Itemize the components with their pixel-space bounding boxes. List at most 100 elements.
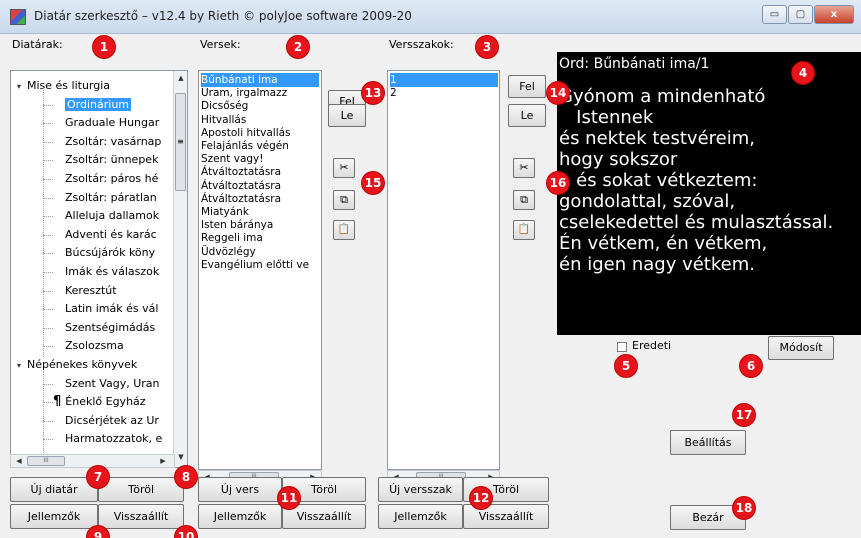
stanza-cut-button[interactable]: ✂ <box>513 158 535 178</box>
verse-item[interactable]: Átváltoztatásra <box>201 165 319 179</box>
verse-item[interactable]: Szent vagy! <box>201 152 319 166</box>
verse-restore-button[interactable]: Visszaállít <box>282 504 366 529</box>
annotation-marker: 3 <box>476 36 498 58</box>
tree-item[interactable]: Adventi és karác <box>65 226 157 244</box>
verse-cut-button[interactable]: ✂ <box>333 158 355 178</box>
diatarak-label: Diatárak: <box>12 38 63 51</box>
tree-item[interactable]: Zsoltár: ünnepek <box>65 151 158 169</box>
verse-properties-button[interactable]: Jellemzők <box>198 504 282 529</box>
scroll-up-icon[interactable]: ▲ <box>175 74 187 82</box>
tree-vscroll[interactable]: ▲ ≡ ▼ <box>173 71 187 467</box>
tree-connector <box>43 439 53 441</box>
verse-item[interactable]: Üdvözlégy <box>201 245 319 259</box>
tree-item[interactable]: ▾ Népénekes könyvek <box>17 356 137 374</box>
stanza-properties-button[interactable]: Jellemzők <box>378 504 463 529</box>
tree-item[interactable]: Harmatozzatok, e <box>65 430 162 448</box>
scroll-right-icon[interactable]: ▶ <box>157 457 169 465</box>
tree-item[interactable]: Ordinárium <box>65 96 132 114</box>
verse-item[interactable]: Átváltoztatásra <box>201 179 319 193</box>
stanza-item[interactable]: 2 <box>390 86 498 100</box>
tree-item[interactable]: Graduale Hungar <box>65 114 159 132</box>
eredeti-checkbox[interactable] <box>617 342 627 352</box>
tree-item-label: Imák és válaszok <box>65 265 160 278</box>
maximize-button[interactable]: ▢ <box>788 5 813 24</box>
vscroll-thumb[interactable]: ≡ <box>175 93 186 191</box>
verse-item[interactable]: Uram, irgalmazz <box>201 86 319 100</box>
diatar-properties-button[interactable]: Jellemzők <box>10 504 98 529</box>
close-button[interactable]: x <box>814 5 854 24</box>
verse-copy-button[interactable]: ⧉ <box>333 190 355 210</box>
stanza-paste-button[interactable]: 📋 <box>513 220 535 240</box>
verse-item[interactable]: Átváltoztatásra <box>201 192 319 206</box>
verse-item[interactable]: Apostoli hitvallás <box>201 126 319 140</box>
tree-item[interactable]: Zsoltár: páratlan <box>65 189 157 207</box>
tree-connector <box>43 290 53 292</box>
tree-connector <box>43 346 53 348</box>
delete-diatar-button[interactable]: Töröl <box>98 477 184 502</box>
tree-item[interactable]: ▾ Mise és liturgia <box>17 77 110 95</box>
tree-item[interactable]: Imák és válaszok <box>65 263 159 281</box>
verse-item[interactable]: Isten báránya <box>201 218 319 232</box>
verses-list[interactable]: Bűnbánati ima Uram, irgalmazz Dicsőség Hitv… <box>198 70 322 470</box>
minimize-button[interactable]: ▭ <box>762 5 787 24</box>
modify-button[interactable]: Módosít <box>768 336 834 360</box>
new-stanza-button[interactable]: Új versszak <box>378 477 463 502</box>
verse-item[interactable]: Miatyánk <box>201 205 319 219</box>
verse-item[interactable]: Hitvallás <box>201 113 319 127</box>
diatar-tree[interactable]: ▾ Mise és liturgia Ordinárium Graduale Hung… <box>10 70 188 468</box>
title-bar: Diatár szerkesztő – v12.4 by Rieth © pol… <box>0 0 861 34</box>
annotation-marker: 5 <box>615 355 637 377</box>
tree-connector <box>43 197 53 199</box>
tree-item[interactable]: Dicsérjétek az Ur <box>65 412 159 430</box>
expand-arrow-icon[interactable]: ▾ <box>17 357 27 375</box>
tree-connector <box>43 104 53 106</box>
copy-icon: ⧉ <box>520 193 528 206</box>
verse-item[interactable]: Reggeli ima <box>201 231 319 245</box>
scroll-down-icon[interactable]: ▼ <box>175 453 187 461</box>
verse-item[interactable]: Dicsőség <box>201 99 319 113</box>
tree-item-label: Keresztút <box>65 283 117 297</box>
tree-item-label: Ordinárium <box>65 97 132 111</box>
stanza-copy-button[interactable]: ⧉ <box>513 190 535 210</box>
stanza-up-button[interactable]: Fel <box>508 75 546 98</box>
tree-item-label: Búcsújárók köny <box>65 246 156 260</box>
verse-item[interactable]: Bűnbánati ima <box>201 73 319 87</box>
verse-item[interactable]: Evangélium előtti ve <box>201 258 319 272</box>
tree-item-label: Zsoltár: vasárnap <box>65 134 162 148</box>
verse-item[interactable]: Felajánlás végén <box>201 139 319 153</box>
tree-item[interactable]: Szentségimádás <box>65 319 155 337</box>
tree-item[interactable]: Szent Vagy, Uran <box>65 375 160 393</box>
tree-item[interactable]: Zsoltár: páros hé <box>65 170 158 188</box>
tree-item[interactable]: Alleluja dallamok <box>65 207 159 225</box>
tree-item[interactable]: Keresztút <box>65 282 117 300</box>
stanza-down-button[interactable]: Le <box>508 104 546 127</box>
tree-hscroll[interactable]: ◀ III ▶ <box>10 454 175 468</box>
scroll-left-icon[interactable]: ◀ <box>13 457 25 465</box>
eredeti-label: Eredeti <box>632 339 672 352</box>
new-verse-button[interactable]: Új vers <box>198 477 282 502</box>
verse-down-button[interactable]: Le <box>328 104 366 127</box>
annotation-marker: 18 <box>733 497 755 519</box>
tree-item[interactable]: Zsolozsma <box>65 337 124 355</box>
verse-paste-button[interactable]: 📋 <box>333 220 355 240</box>
tree-connector <box>43 420 53 422</box>
annotation-marker: 13 <box>362 82 384 104</box>
annotation-marker: 4 <box>792 62 814 84</box>
tree-item-label: Mise és liturgia <box>27 79 111 92</box>
tree-item[interactable]: Latin imák és vál <box>65 300 158 318</box>
stanzas-list[interactable]: 12 <box>387 70 500 470</box>
tree-item[interactable]: Zsoltár: vasárnap <box>65 133 161 151</box>
expand-arrow-icon[interactable]: ▾ <box>17 78 27 96</box>
tree-item[interactable]: Búcsújárók köny <box>65 244 155 262</box>
stanza-item[interactable]: 1 <box>390 73 498 87</box>
tree-item-label: Dicsérjétek az Ur <box>65 413 159 427</box>
tree-item-label: Népénekes könyvek <box>27 358 138 371</box>
tree-item[interactable]: ¶ Éneklő Egyház <box>53 393 146 411</box>
tree-connector <box>43 234 53 236</box>
tree-connector <box>43 402 53 404</box>
diatar-restore-button[interactable]: Visszaállít <box>98 504 184 529</box>
tree-item-label: Latin imák és vál <box>65 302 159 316</box>
new-diatar-button[interactable]: Új diatár <box>10 477 98 502</box>
settings-button[interactable]: Beállítás <box>670 430 746 455</box>
hscroll-thumb[interactable]: III <box>27 456 65 466</box>
